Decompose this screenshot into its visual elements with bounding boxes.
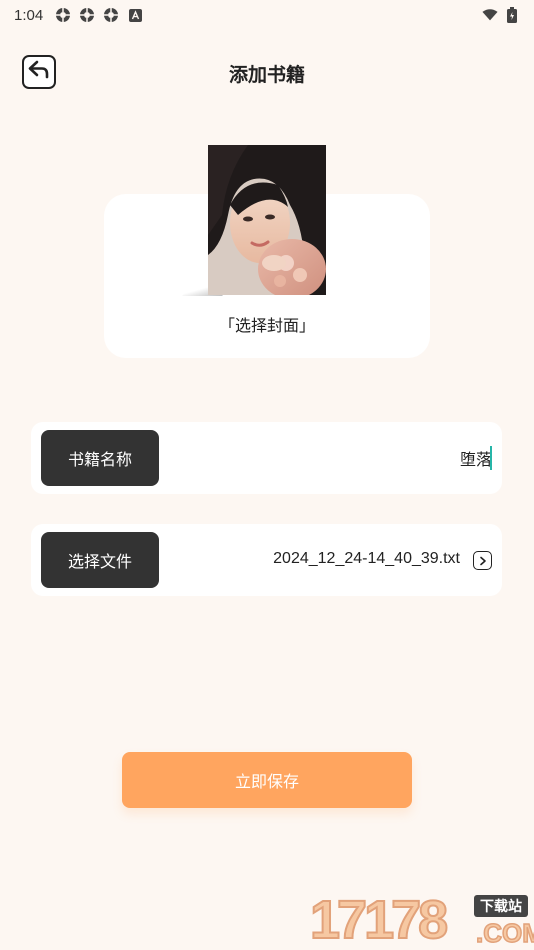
select-file-label: 选择文件 xyxy=(41,532,159,588)
status-left: 1:04 xyxy=(14,7,143,24)
watermark-digits: 17178 xyxy=(309,889,449,950)
battery-icon xyxy=(504,7,520,23)
watermark-suffix: .COM xyxy=(475,917,534,949)
chevron-right-icon[interactable] xyxy=(473,551,492,570)
select-file-row[interactable]: 选择文件 2024_12_24-14_40_39.txt xyxy=(31,524,502,596)
select-cover-label[interactable]: 「选择封面」 xyxy=(104,312,430,336)
watermark-logo: 17178 下载站 .COM xyxy=(308,889,534,950)
status-time: 1:04 xyxy=(14,6,44,24)
book-name-input[interactable] xyxy=(192,444,492,472)
page-title: 添加书籍 xyxy=(228,64,305,86)
app-icon xyxy=(79,7,95,23)
header: 添加书籍 xyxy=(0,50,534,94)
app-icon xyxy=(103,7,119,23)
book-name-label: 书籍名称 xyxy=(41,430,159,486)
wifi-icon xyxy=(482,7,498,23)
status-bar: 1:04 xyxy=(0,0,534,30)
app-icon xyxy=(55,7,71,23)
text-caret xyxy=(490,446,492,470)
selected-file-name: 2024_12_24-14_40_39.txt xyxy=(273,550,460,567)
save-button[interactable]: 立即保存 xyxy=(122,752,412,808)
cover-photo xyxy=(208,145,326,295)
watermark-tag: 下载站 xyxy=(474,895,528,917)
cover-image[interactable] xyxy=(208,145,326,295)
a-badge-icon xyxy=(127,7,143,23)
book-name-row: 书籍名称 xyxy=(31,422,502,494)
status-right xyxy=(482,7,520,23)
